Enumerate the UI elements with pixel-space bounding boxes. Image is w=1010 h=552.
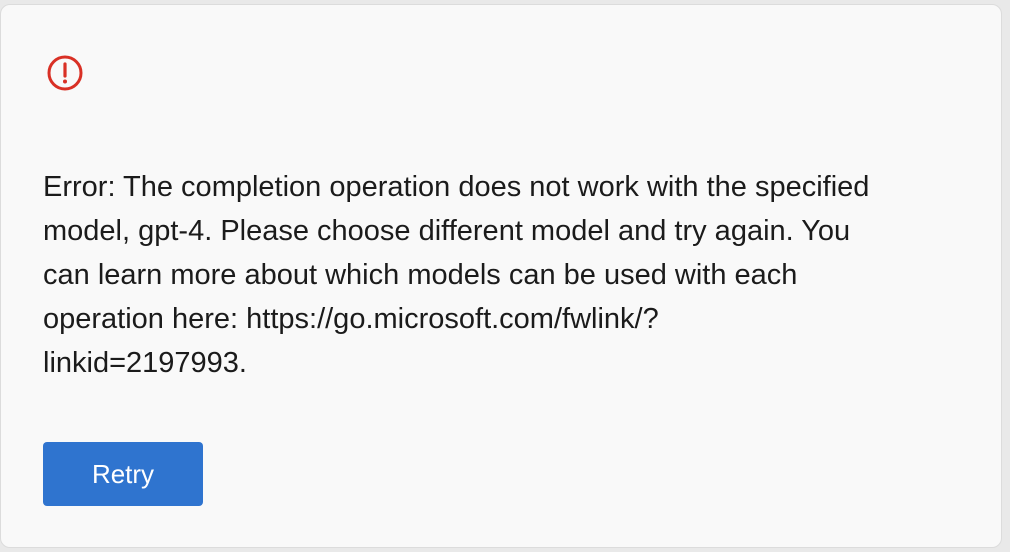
error-circle-icon	[45, 53, 85, 93]
error-dialog: Error: The completion operation does not…	[0, 4, 1002, 548]
retry-button[interactable]: Retry	[43, 442, 203, 506]
error-message: Error: The completion operation does not…	[43, 171, 870, 379]
